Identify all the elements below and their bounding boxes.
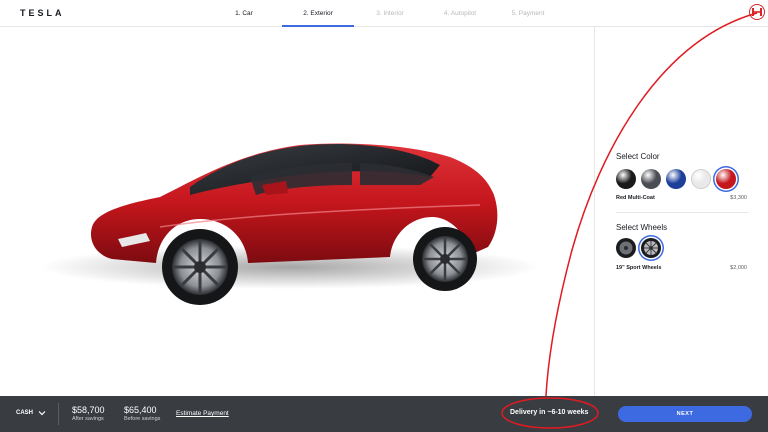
top-nav: TESLA 1. Car 2. Exterior 3. Interior 4. … xyxy=(0,0,768,27)
footer-divider xyxy=(58,403,59,425)
before-savings-label: Before savings xyxy=(124,416,161,422)
wheel-options xyxy=(616,238,666,258)
region-flag-icon[interactable] xyxy=(749,4,765,20)
next-button[interactable]: NEXT xyxy=(618,406,752,422)
select-color-title: Select Color xyxy=(616,152,660,161)
color-swatches xyxy=(616,169,741,189)
selected-wheel-name: 19" Sport Wheels xyxy=(616,265,662,271)
color-swatch-white[interactable] xyxy=(691,169,711,189)
wheel-option-aero[interactable] xyxy=(616,238,636,258)
payment-mode-label: CASH xyxy=(16,410,34,416)
after-savings-label: After savings xyxy=(72,416,104,422)
sport-wheel-icon xyxy=(641,238,661,258)
car-preview xyxy=(0,27,594,396)
color-swatch-red[interactable] xyxy=(716,169,736,189)
car-image xyxy=(40,143,540,305)
payment-mode-dropdown[interactable]: CASH xyxy=(16,410,46,416)
before-savings-price: $65,400 xyxy=(124,405,157,415)
aero-wheel-icon xyxy=(616,238,636,258)
selected-wheel-price: $2,000 xyxy=(730,265,747,271)
step-autopilot[interactable]: 4. Autopilot xyxy=(426,0,494,27)
options-panel: Select Color Red Multi-Coat $3,300 Selec… xyxy=(594,27,768,396)
step-payment[interactable]: 5. Payment xyxy=(494,0,562,27)
before-savings-price-block: $65,400 Before savings xyxy=(124,405,160,422)
color-swatch-silver[interactable] xyxy=(641,169,661,189)
after-savings-price: $58,700 xyxy=(72,405,105,415)
panel-divider xyxy=(616,212,748,213)
color-swatch-blue[interactable] xyxy=(666,169,686,189)
wheel-option-sport[interactable] xyxy=(641,238,661,258)
step-exterior[interactable]: 2. Exterior xyxy=(282,0,354,27)
color-swatch-black[interactable] xyxy=(616,169,636,189)
summary-bar: CASH $58,700 After savings $65,400 Befor… xyxy=(0,396,768,432)
delivery-estimate: Delivery in ~6-10 weeks xyxy=(510,409,589,416)
selected-color-price: $3,300 xyxy=(730,195,747,201)
tesla-logo[interactable]: TESLA xyxy=(20,8,65,18)
after-savings-price-block: $58,700 After savings xyxy=(72,405,105,422)
selected-color-name: Red Multi-Coat xyxy=(616,195,655,201)
estimate-payment-link[interactable]: Estimate Payment xyxy=(176,410,229,417)
step-car[interactable]: 1. Car xyxy=(220,0,268,27)
select-wheels-title: Select Wheels xyxy=(616,223,668,232)
step-interior[interactable]: 3. Interior xyxy=(354,0,426,27)
chevron-down-icon xyxy=(38,411,46,416)
config-steps: 1. Car 2. Exterior 3. Interior 4. Autopi… xyxy=(212,0,562,27)
